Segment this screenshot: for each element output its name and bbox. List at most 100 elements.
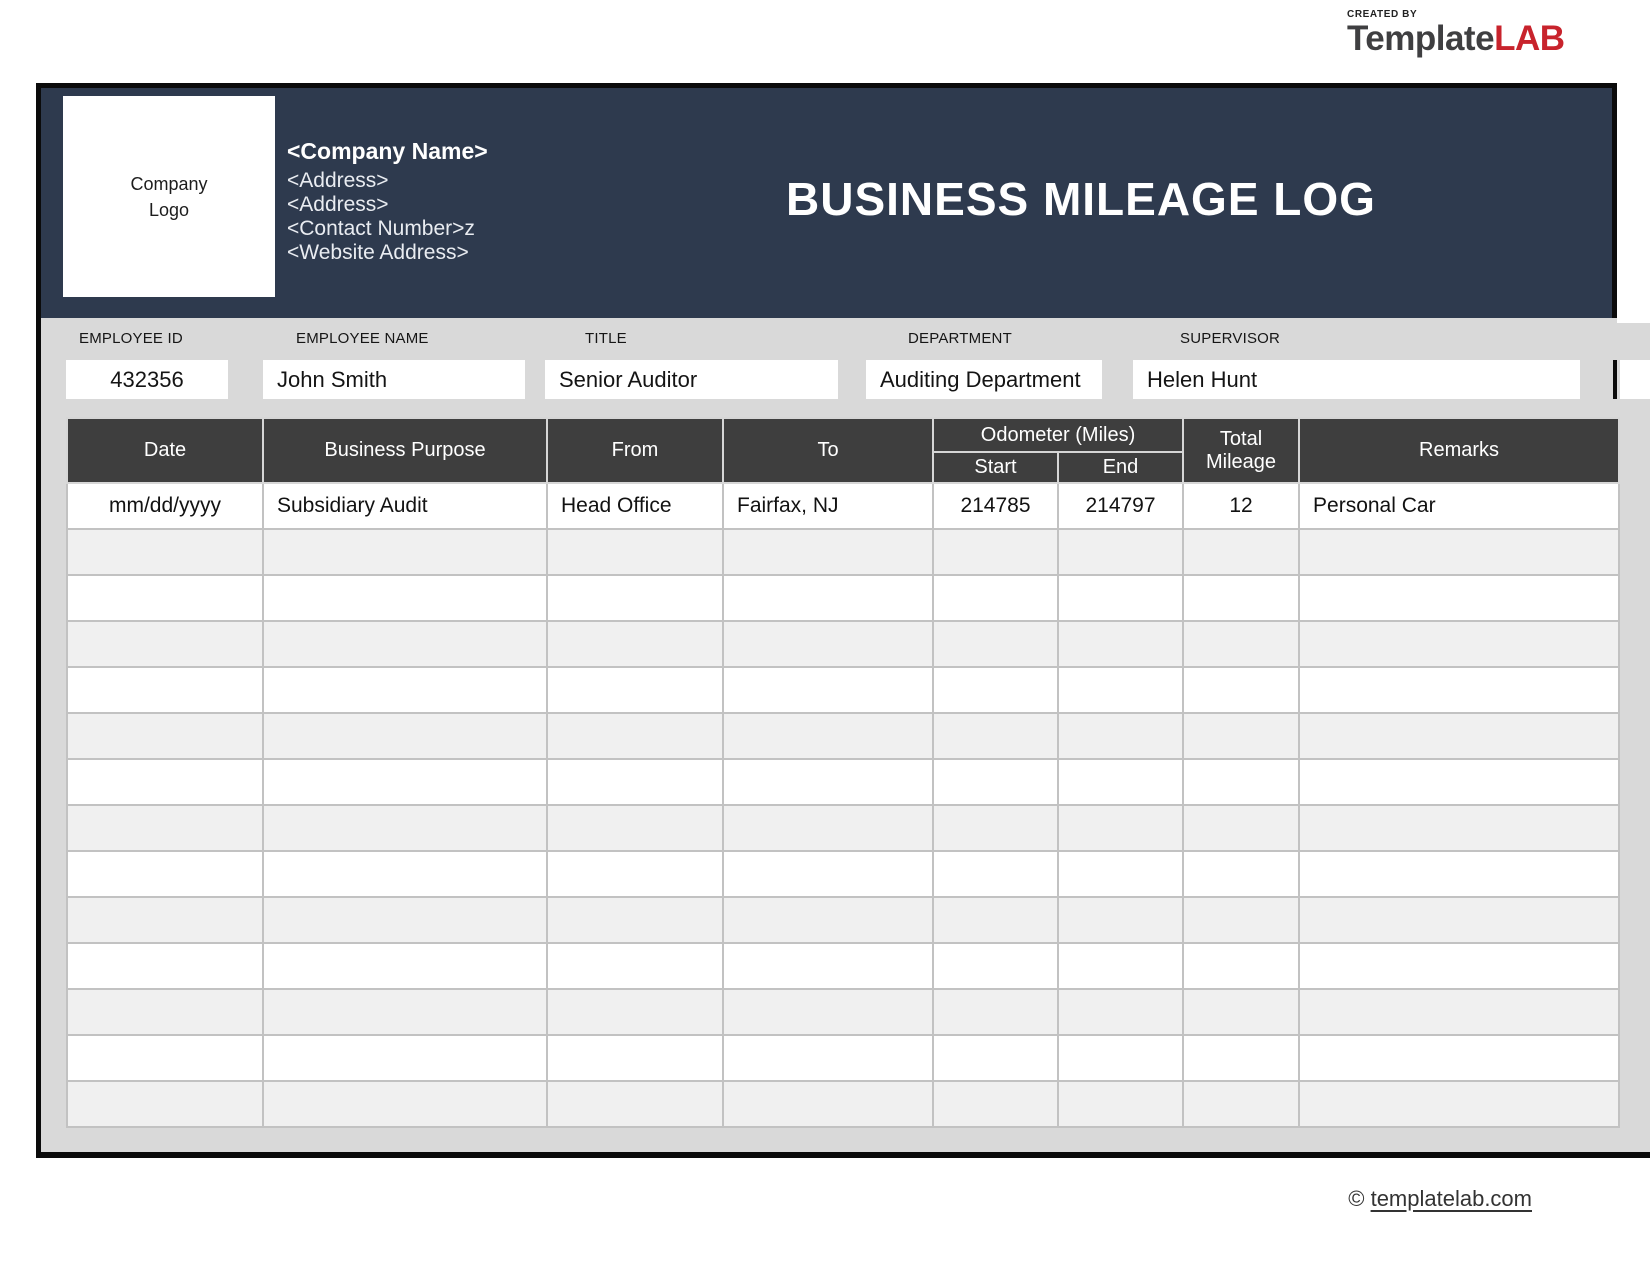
cell-end[interactable] [1058, 759, 1183, 805]
cell-date[interactable] [67, 529, 263, 575]
cell-purpose[interactable] [263, 1081, 547, 1127]
cell-purpose[interactable] [263, 667, 547, 713]
cell-start[interactable] [933, 713, 1058, 759]
cell-purpose[interactable] [263, 529, 547, 575]
cell-end[interactable] [1058, 575, 1183, 621]
cell-from[interactable] [547, 943, 723, 989]
cell-from[interactable] [547, 529, 723, 575]
cell-start[interactable] [933, 805, 1058, 851]
cell-start[interactable] [933, 1081, 1058, 1127]
cell-remarks[interactable] [1299, 529, 1619, 575]
cell-remarks[interactable] [1299, 1035, 1619, 1081]
cell-purpose[interactable] [263, 897, 547, 943]
cell-to[interactable] [723, 989, 933, 1035]
cell-to[interactable] [723, 621, 933, 667]
cell-remarks[interactable] [1299, 805, 1619, 851]
cell-to[interactable] [723, 943, 933, 989]
cell-from[interactable] [547, 575, 723, 621]
address-placeholder-2[interactable]: <Address> [287, 193, 488, 217]
cell-start[interactable] [933, 943, 1058, 989]
cell-from[interactable] [547, 759, 723, 805]
cell-to[interactable] [723, 851, 933, 897]
cell-start[interactable] [933, 529, 1058, 575]
cell-total[interactable] [1183, 621, 1299, 667]
cell-remarks[interactable] [1299, 621, 1619, 667]
website-placeholder[interactable]: <Website Address> [287, 241, 488, 265]
cell-from[interactable] [547, 851, 723, 897]
cell-to[interactable] [723, 713, 933, 759]
cell-end[interactable] [1058, 989, 1183, 1035]
supervisor-field[interactable]: Helen Hunt [1133, 360, 1580, 399]
cell-date[interactable] [67, 667, 263, 713]
department-field[interactable]: Auditing Department [866, 360, 1102, 399]
templatelab-link[interactable]: templatelab.com [1371, 1186, 1532, 1211]
cell-total[interactable] [1183, 897, 1299, 943]
cell-end[interactable] [1058, 851, 1183, 897]
cell-date[interactable] [67, 989, 263, 1035]
cell-date[interactable] [67, 897, 263, 943]
cell-purpose[interactable] [263, 713, 547, 759]
cell-total[interactable] [1183, 805, 1299, 851]
contact-number-placeholder[interactable]: <Contact Number>z [287, 217, 488, 241]
title-field[interactable]: Senior Auditor [545, 360, 838, 399]
cell-end[interactable] [1058, 713, 1183, 759]
cell-from[interactable] [547, 667, 723, 713]
cell-total[interactable] [1183, 575, 1299, 621]
cell-total[interactable] [1183, 851, 1299, 897]
cell-from[interactable]: Head Office [547, 483, 723, 529]
cell-to[interactable] [723, 1035, 933, 1081]
cell-date[interactable] [67, 621, 263, 667]
cell-total[interactable] [1183, 1081, 1299, 1127]
cell-end[interactable] [1058, 529, 1183, 575]
cell-date[interactable] [67, 943, 263, 989]
cell-purpose[interactable] [263, 943, 547, 989]
cell-remarks[interactable] [1299, 989, 1619, 1035]
cell-start[interactable] [933, 897, 1058, 943]
cell-start[interactable]: 214785 [933, 483, 1058, 529]
cell-remarks[interactable]: Personal Car [1299, 483, 1619, 529]
cell-from[interactable] [547, 805, 723, 851]
cell-to[interactable] [723, 805, 933, 851]
cell-total[interactable] [1183, 943, 1299, 989]
cell-to[interactable] [723, 575, 933, 621]
cell-total[interactable] [1183, 759, 1299, 805]
address-placeholder-1[interactable]: <Address> [287, 169, 488, 193]
cell-date[interactable] [67, 851, 263, 897]
company-logo-placeholder[interactable]: Company Logo [63, 96, 275, 297]
cell-remarks[interactable] [1299, 759, 1619, 805]
cell-purpose[interactable] [263, 805, 547, 851]
cell-to[interactable] [723, 529, 933, 575]
cell-to[interactable]: Fairfax, NJ [723, 483, 933, 529]
cell-start[interactable] [933, 667, 1058, 713]
cell-from[interactable] [547, 621, 723, 667]
employee-id-field[interactable]: 432356 [66, 360, 228, 399]
cell-total[interactable] [1183, 713, 1299, 759]
cell-remarks[interactable] [1299, 713, 1619, 759]
cell-remarks[interactable] [1299, 1081, 1619, 1127]
cell-purpose[interactable] [263, 759, 547, 805]
cell-end[interactable] [1058, 621, 1183, 667]
cell-total[interactable] [1183, 1035, 1299, 1081]
cell-from[interactable] [547, 1081, 723, 1127]
cell-date[interactable]: mm/dd/yyyy [67, 483, 263, 529]
cell-end[interactable] [1058, 667, 1183, 713]
cell-start[interactable] [933, 759, 1058, 805]
cell-remarks[interactable] [1299, 575, 1619, 621]
cell-total[interactable] [1183, 529, 1299, 575]
cell-date[interactable] [67, 713, 263, 759]
cell-end[interactable] [1058, 897, 1183, 943]
cell-date[interactable] [67, 575, 263, 621]
cell-from[interactable] [547, 1035, 723, 1081]
cell-remarks[interactable] [1299, 851, 1619, 897]
cell-total[interactable] [1183, 667, 1299, 713]
cell-end[interactable] [1058, 943, 1183, 989]
cell-start[interactable] [933, 851, 1058, 897]
cell-purpose[interactable] [263, 1035, 547, 1081]
cell-start[interactable] [933, 1035, 1058, 1081]
cell-from[interactable] [547, 897, 723, 943]
cell-purpose[interactable] [263, 575, 547, 621]
cell-purpose[interactable] [263, 621, 547, 667]
cell-from[interactable] [547, 989, 723, 1035]
cell-total[interactable]: 12 [1183, 483, 1299, 529]
cell-date[interactable] [67, 759, 263, 805]
